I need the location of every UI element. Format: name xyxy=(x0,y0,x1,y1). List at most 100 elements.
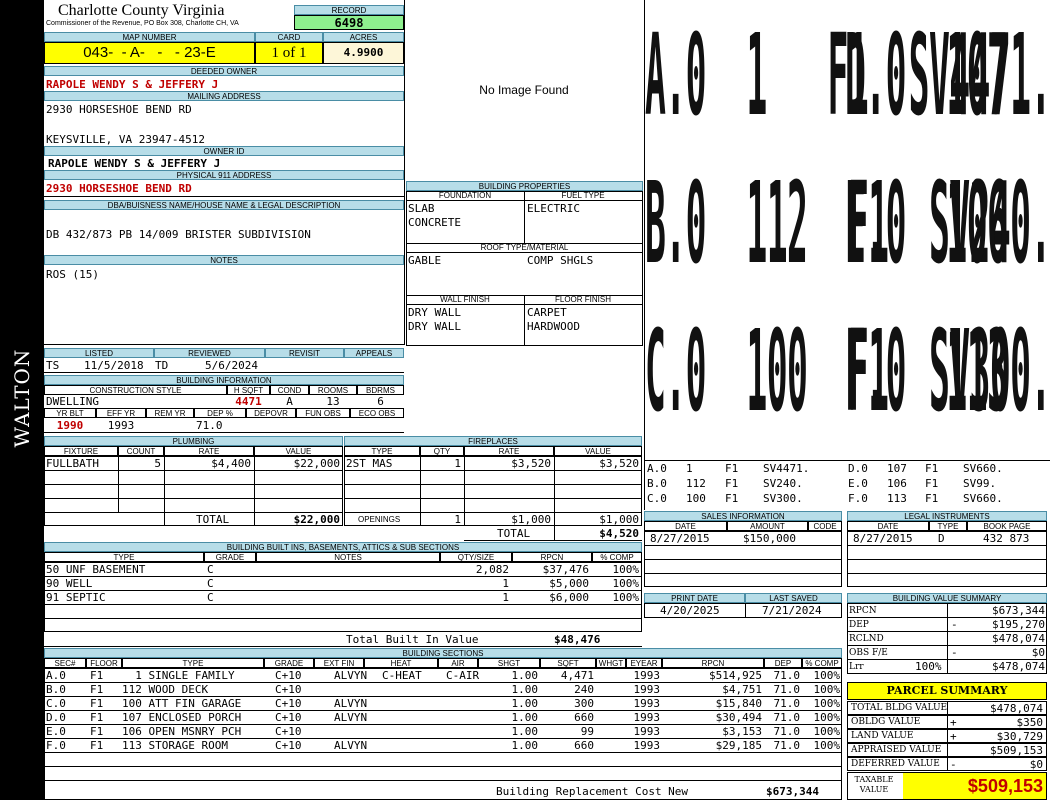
sec-comp: 100% xyxy=(813,711,841,724)
sec-grade: C+10 xyxy=(275,683,302,696)
legend-cell: 1 xyxy=(686,462,693,475)
legend-cell: F1 xyxy=(725,477,739,490)
bdrms-value: 6 xyxy=(377,395,384,408)
owner-id: RAPOLE WENDY S & JEFFERY J xyxy=(48,157,221,170)
foundation-1: SLAB xyxy=(408,202,435,215)
foundation-2: CONCRETE xyxy=(408,216,461,229)
sec-shgt: 1.00 xyxy=(511,739,539,752)
sec-extfin: ALVYN xyxy=(334,669,368,682)
bi-rpcn: $37,476 xyxy=(542,563,589,576)
sec-dep: 71.0 xyxy=(773,697,801,710)
roof-material: COMP SHGLS xyxy=(527,254,594,267)
district-label: WALTON xyxy=(10,348,34,448)
plumb-value: $22,000 xyxy=(293,457,340,470)
legend-cell: F1 xyxy=(725,492,739,505)
sec-sec: F.0 xyxy=(46,739,66,752)
sec-floor: F1 xyxy=(90,683,104,696)
sec-floor: F1 xyxy=(90,725,104,738)
bi-qty-header: QTY/SIZE xyxy=(440,552,512,562)
map-number: 043- - A- - - 23-E xyxy=(44,42,255,64)
sec-sec: E.0 xyxy=(46,725,66,738)
sec-rpcn: $514,925 xyxy=(709,669,762,682)
legend-cell: 107 xyxy=(887,462,907,475)
effyr-value: 1993 xyxy=(107,419,135,432)
sec-sqft: 660 xyxy=(574,739,594,752)
sketch-label: F.0 113 F1 SV660. xyxy=(845,308,1050,438)
bi-type: 90 WELL xyxy=(46,577,93,590)
sec-sec: A.0 xyxy=(46,669,66,682)
roof-header: ROOF TYPE/MATERIAL xyxy=(480,243,569,252)
fp-rate-header: RATE xyxy=(464,446,554,456)
plumb-rate: $4,400 xyxy=(211,457,251,470)
vs-label: OBS F/E xyxy=(849,648,888,658)
vs-value: $0 xyxy=(1031,646,1045,659)
vs-value: $478,074 xyxy=(992,632,1045,645)
sec-floor: F1 xyxy=(90,697,104,710)
reviewed-date: 5/6/2024 xyxy=(205,359,258,372)
legend-cell: 112 xyxy=(686,477,706,490)
listed-header: LISTED xyxy=(44,348,154,358)
legend-cell: SV99. xyxy=(963,477,997,490)
sec-sec: B.0 xyxy=(46,683,66,696)
funobs-header: FUN OBS xyxy=(296,408,350,418)
sec-eyear: 1993 xyxy=(633,725,661,738)
sec-rpcn: $30,494 xyxy=(715,711,762,724)
bi-grade: C xyxy=(207,563,214,576)
bi-notes-header: NOTES xyxy=(256,552,440,562)
taxable-label-2: VALUE xyxy=(859,785,889,794)
cond-value: A xyxy=(286,395,293,408)
sec-floor: F1 xyxy=(90,711,104,724)
sec-grade: C+10 xyxy=(275,669,302,682)
fp-rate: $3,520 xyxy=(511,457,551,470)
legal-book: 432 873 xyxy=(983,532,1030,545)
sec-heat: C-HEAT xyxy=(382,669,422,682)
sec-rpcn-header: RPCN xyxy=(662,658,764,668)
sale-amount: $150,000 xyxy=(743,532,796,545)
parcel-row-label: OBLDG VALUE xyxy=(851,717,921,727)
photo-placeholder: No Image Found xyxy=(479,83,569,97)
legend-cell: A.0 xyxy=(647,462,667,475)
cond-header: COND xyxy=(270,385,309,395)
bi-rpcn: $6,000 xyxy=(549,591,589,604)
parcel-summary-title: PARCEL SUMMARY xyxy=(847,682,1047,700)
bi-grade-header: GRADE xyxy=(204,552,256,562)
fp-type: 2ST MAS xyxy=(346,457,393,470)
vs-label: Lrr xyxy=(849,662,864,672)
listed-by: TS xyxy=(46,359,60,372)
sec-air-header: AIR xyxy=(438,658,478,668)
openings-label: OPENINGS xyxy=(358,515,401,524)
legal-type-header: TYPE xyxy=(929,521,967,531)
sec-grade: C+10 xyxy=(275,697,302,710)
fp-value: $3,520 xyxy=(599,457,639,470)
print-date: 4/20/2025 xyxy=(660,604,720,617)
bi-comp: 100% xyxy=(612,577,640,590)
parcel-row-label: APPRAISED VALUE xyxy=(851,745,942,755)
legend-cell: E.0 xyxy=(848,477,868,490)
reviewed-header: REVIEWED xyxy=(154,348,265,358)
value-summary-header: BUILDING VALUE SUMMARY xyxy=(847,593,1047,603)
parcel-row-label: LAND VALUE xyxy=(851,731,914,741)
record-header: RECORD xyxy=(294,5,404,15)
parcel-row-value: $509,153 xyxy=(990,744,1043,757)
fp-total: $4,520 xyxy=(599,527,639,540)
parcel-row-label: TOTAL BLDG VALUE xyxy=(851,703,948,713)
legend-cell: B.0 xyxy=(647,477,667,490)
mailing-header: MAILING ADDRESS xyxy=(44,91,404,101)
card-header: CARD xyxy=(255,32,323,42)
map-header: MAP NUMBER xyxy=(44,32,255,42)
bi-comp-header: % COMP xyxy=(592,552,642,562)
last-saved-header: LAST SAVED xyxy=(745,593,842,603)
mailing-line-1: 2930 HORSESHOE BEND RD xyxy=(46,103,192,116)
revisit-header: REVISIT xyxy=(265,348,344,358)
fp-type-header: TYPE xyxy=(344,446,420,456)
legend-cell: SV300. xyxy=(763,492,803,505)
sec-type: 1 SINGLE FAMILY xyxy=(122,669,235,682)
listed-date: 11/5/2018 xyxy=(84,359,144,372)
sec-shgt: 1.00 xyxy=(511,683,539,696)
sec-type: 100 ATT FIN GARAGE xyxy=(122,697,242,710)
sec-dep: 71.0 xyxy=(773,683,801,696)
physical-address: 2930 HORSESHOE BEND RD xyxy=(46,182,192,195)
parcel-row-value: $478,074 xyxy=(990,702,1043,715)
county-subtitle: Commissioner of the Revenue, PO Box 308,… xyxy=(46,20,239,27)
legal-type: D xyxy=(938,532,945,545)
